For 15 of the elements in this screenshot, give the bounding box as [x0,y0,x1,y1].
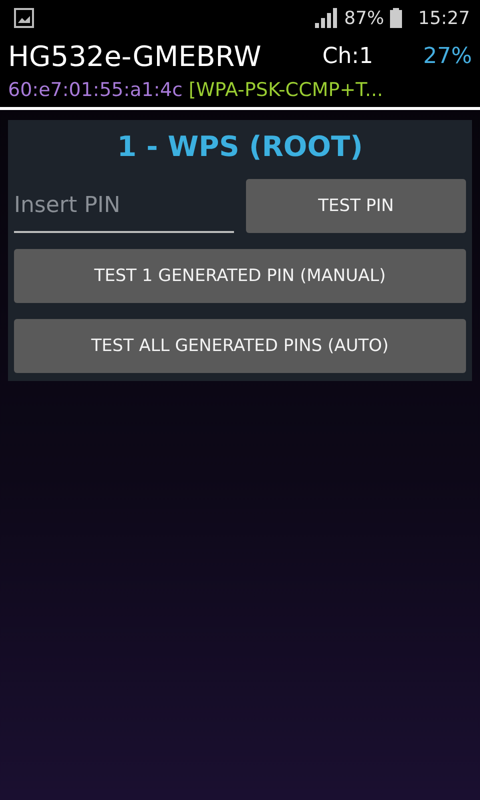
signal-strength: 27% [423,44,472,69]
image-icon [14,8,34,28]
test-pin-button[interactable]: TEST PIN [246,179,466,233]
pin-field[interactable]: Insert PIN [14,179,234,233]
signal-icon [314,8,338,28]
test-button[interactable]: TEST ALL GENERATED PINS (AUTO) [14,319,466,373]
test-button[interactable]: TEST 1 GENERATED PIN (MANUAL) [14,249,466,303]
mac-address: 60:e7:01:55:a1:4c [8,79,183,101]
clock: 15:27 [418,8,470,28]
security-type: [WPA-PSK-CCMP+T... [188,79,384,101]
battery-level: 87% [344,8,384,28]
battery-icon [390,8,402,28]
channel: Ch:1 [322,44,374,69]
panel-title: 1 - WPS (ROOT) [116,130,364,163]
network-name: HG532e-GMEBRW [8,40,262,73]
